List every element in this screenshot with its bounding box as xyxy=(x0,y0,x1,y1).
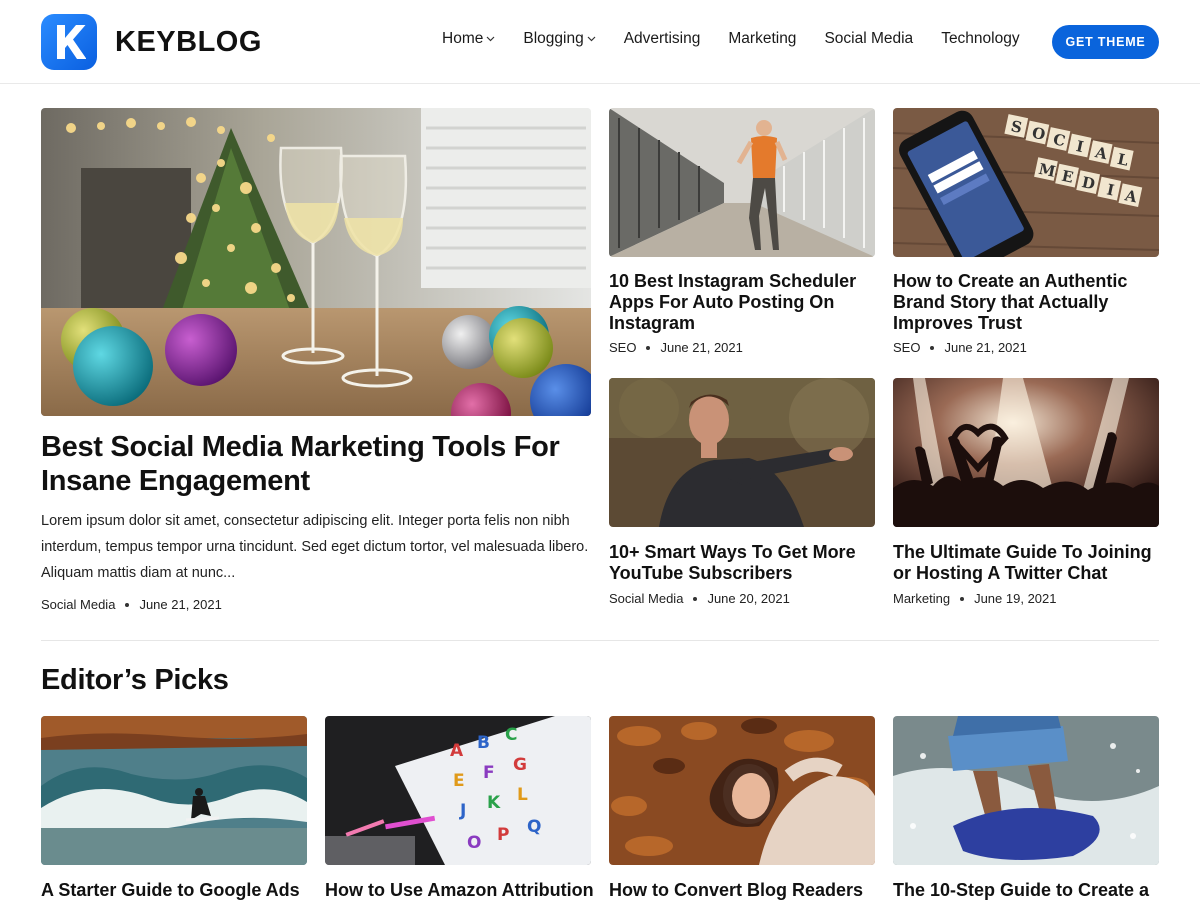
featured-post-image[interactable] xyxy=(41,108,591,416)
chevron-down-icon xyxy=(486,36,495,42)
site-header: KEYBLOG Home Blogging Advertising Market… xyxy=(0,0,1200,84)
nav-label: Technology xyxy=(941,30,1020,47)
nav-item-blogging[interactable]: Blogging xyxy=(523,30,596,48)
main-nav: Home Blogging Advertising Marketing Soci… xyxy=(442,30,1048,48)
svg-text:J: J xyxy=(459,801,466,821)
meta-separator-dot xyxy=(646,345,651,350)
post-title[interactable]: How to Create an Authentic Brand Story t… xyxy=(893,271,1159,334)
post-image[interactable] xyxy=(893,378,1159,527)
site-logo[interactable]: KEYBLOG xyxy=(41,14,262,70)
post-category[interactable]: Social Media xyxy=(609,591,683,606)
nav-item-technology[interactable]: Technology xyxy=(941,30,1019,48)
post-title[interactable]: 10+ Smart Ways To Get More YouTube Subsc… xyxy=(609,542,875,584)
nav-label: Marketing xyxy=(728,30,797,47)
meta-separator-dot xyxy=(693,596,698,601)
meta-separator-dot xyxy=(960,596,965,601)
nav-item-social-media[interactable]: Social Media xyxy=(824,30,913,48)
post-image[interactable] xyxy=(609,108,875,257)
post-category[interactable]: SEO xyxy=(893,340,920,355)
svg-text:A: A xyxy=(450,741,464,761)
post-title[interactable]: How to Use Amazon Attribution xyxy=(325,880,595,900)
section-divider xyxy=(41,640,1159,641)
post-image[interactable]: ABC EFG J KL OPQ xyxy=(325,716,591,865)
svg-text:E: E xyxy=(453,771,465,791)
meta-separator-dot xyxy=(930,345,935,350)
post-image[interactable] xyxy=(609,716,875,865)
post-meta: SEO June 21, 2021 xyxy=(609,340,743,355)
svg-text:P: P xyxy=(497,825,509,845)
nav-item-advertising[interactable]: Advertising xyxy=(624,30,701,48)
post-title[interactable]: How to Convert Blog Readers xyxy=(609,880,879,900)
post-image[interactable] xyxy=(893,716,1159,865)
post-category[interactable]: SEO xyxy=(609,340,636,355)
post-image[interactable] xyxy=(609,378,875,527)
post-category[interactable]: Social Media xyxy=(41,597,115,612)
svg-text:B: B xyxy=(477,733,490,753)
featured-post-meta: Social Media June 21, 2021 xyxy=(41,597,222,612)
post-category[interactable]: Marketing xyxy=(893,591,950,606)
nav-label: Advertising xyxy=(623,30,701,47)
logo-badge xyxy=(41,14,97,70)
post-date: June 21, 2021 xyxy=(660,340,743,355)
nav-label: Social Media xyxy=(824,30,914,47)
post-date: June 20, 2021 xyxy=(707,591,790,606)
brand-name: KEYBLOG xyxy=(115,25,262,58)
post-title[interactable]: 10 Best Instagram Scheduler Apps For Aut… xyxy=(609,271,875,334)
post-title[interactable]: The Ultimate Guide To Joining or Hosting… xyxy=(893,542,1159,584)
chevron-down-icon xyxy=(587,36,596,42)
post-title[interactable]: A Starter Guide to Google Ads xyxy=(41,880,311,900)
post-date: June 21, 2021 xyxy=(139,597,222,612)
post-meta: Social Media June 20, 2021 xyxy=(609,591,790,606)
svg-text:Q: Q xyxy=(527,817,541,837)
k-letter-icon xyxy=(57,25,86,59)
post-meta: SEO June 21, 2021 xyxy=(893,340,1027,355)
meta-separator-dot xyxy=(125,602,130,607)
nav-item-marketing[interactable]: Marketing xyxy=(728,30,796,48)
svg-text:C: C xyxy=(505,725,517,745)
post-image[interactable] xyxy=(41,716,307,865)
svg-text:F: F xyxy=(483,763,495,783)
post-image[interactable]: SOCIAL MEDIA xyxy=(893,108,1159,257)
nav-label: Home xyxy=(442,30,484,47)
editors-picks-heading: Editor’s Picks xyxy=(41,664,229,696)
svg-text:O: O xyxy=(467,833,481,853)
svg-text:G: G xyxy=(513,755,527,775)
get-theme-button[interactable]: GET THEME xyxy=(1052,25,1159,59)
nav-label: Blogging xyxy=(523,30,584,47)
svg-text:K: K xyxy=(487,793,501,813)
svg-text:L: L xyxy=(517,785,528,805)
post-date: June 19, 2021 xyxy=(974,591,1057,606)
post-title[interactable]: The 10-Step Guide to Create a xyxy=(893,880,1163,900)
nav-item-home[interactable]: Home xyxy=(442,30,495,48)
featured-post-excerpt: Lorem ipsum dolor sit amet, consectetur … xyxy=(41,513,589,581)
post-date: June 21, 2021 xyxy=(944,340,1027,355)
featured-post-title[interactable]: Best Social Media Marketing Tools For In… xyxy=(41,430,591,498)
post-meta: Marketing June 19, 2021 xyxy=(893,591,1056,606)
